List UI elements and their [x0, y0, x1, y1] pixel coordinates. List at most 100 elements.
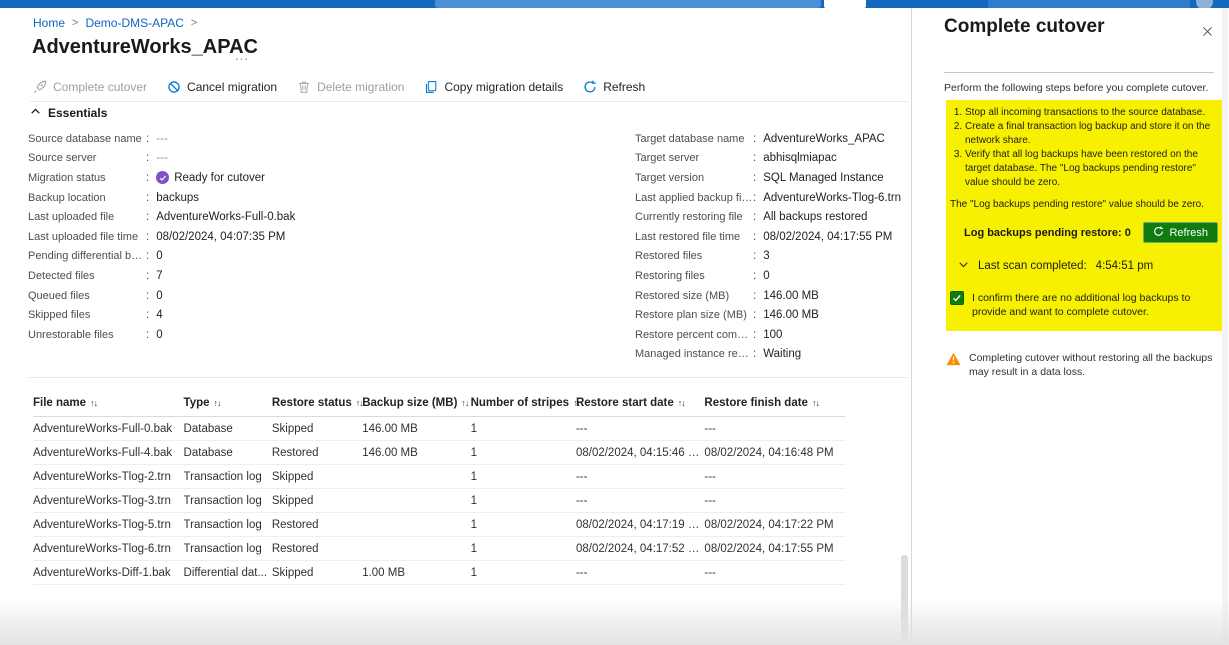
table-cell: --- [576, 417, 704, 441]
column-header-backup-size-mb-[interactable]: Backup size (MB) ↑↓ [362, 390, 470, 417]
essentials-row: Restored size (MB):146.00 MB [635, 286, 910, 306]
essentials-row: Source server:--- [28, 149, 368, 169]
table-row[interactable]: AdventureWorks-Full-0.bakDatabaseSkipped… [33, 417, 845, 441]
table-row[interactable]: AdventureWorks-Diff-1.bakDifferential da… [33, 561, 845, 585]
table-cell: AdventureWorks-Full-4.bak [33, 441, 184, 465]
essentials-value-text: 0 [156, 329, 162, 341]
table-cell: 1 [471, 537, 576, 561]
cutover-step: Create a final transaction log backup an… [965, 120, 1218, 148]
essentials-value: --- [156, 152, 168, 164]
essentials-value-text: 146.00 MB [763, 309, 819, 321]
colon: : [753, 348, 756, 360]
divider [944, 72, 1214, 73]
chevron-down-icon [958, 259, 969, 273]
table-row[interactable]: AdventureWorks-Tlog-5.trnTransaction log… [33, 513, 845, 537]
essentials-label: Target version [635, 172, 753, 184]
last-scan-expander[interactable]: Last scan completed: 4:54:51 pm [958, 259, 1218, 273]
essentials-row: Restored files:3 [635, 247, 910, 267]
essentials-value-text: 0 [156, 250, 162, 262]
essentials-value-text: 08/02/2024, 04:17:55 PM [763, 231, 892, 243]
sort-icon: ↑↓ [812, 398, 819, 408]
complete-cutover-button[interactable]: Complete cutover [33, 80, 147, 94]
refresh-button[interactable]: Refresh [583, 80, 645, 94]
table-row[interactable]: AdventureWorks-Tlog-3.trnTransaction log… [33, 489, 845, 513]
panel-intro-text: Perform the following steps before you c… [944, 82, 1208, 94]
panel-scrollbar[interactable] [1222, 8, 1228, 645]
topbar-button[interactable] [824, 0, 866, 8]
column-header-type[interactable]: Type↑↓ [184, 390, 272, 417]
essentials-label: Migration status [28, 172, 146, 184]
table-cell: 08/02/2024, 04:16:48 PM [704, 441, 845, 465]
essentials-right-column: Target database name:AdventureWorks_APAC… [635, 129, 910, 364]
confirm-checkbox-label: I confirm there are no additional log ba… [972, 291, 1218, 319]
table-cell: Database [184, 417, 272, 441]
table-cell: AdventureWorks-Diff-1.bak [33, 561, 184, 585]
breadcrumb-service-link[interactable]: Demo-DMS-APAC [85, 16, 183, 30]
column-header-restore-status[interactable]: Restore status↑↓ [272, 390, 362, 417]
table-cell: --- [576, 561, 704, 585]
essentials-value: --- [156, 133, 168, 145]
colon: : [146, 231, 149, 243]
cancel-icon [167, 80, 181, 94]
cutover-steps-list: Stop all incoming transactions to the so… [950, 106, 1218, 190]
colon: : [146, 133, 149, 145]
sort-icon: ↑↓ [461, 398, 468, 408]
sort-icon: ↑↓ [90, 398, 97, 408]
breadcrumb-separator: > [72, 17, 78, 29]
table-row[interactable]: AdventureWorks-Tlog-2.trnTransaction log… [33, 465, 845, 489]
column-header-label: Type [184, 397, 210, 409]
panel-refresh-button[interactable]: Refresh [1143, 222, 1218, 243]
table-cell [362, 537, 470, 561]
breadcrumb-home-link[interactable]: Home [33, 16, 65, 30]
colon: : [753, 270, 756, 282]
table-cell: 08/02/2024, 04:17:55 PM [704, 537, 845, 561]
table-cell: Restored [272, 441, 362, 465]
copy-icon [424, 80, 438, 94]
table-row[interactable]: AdventureWorks-Full-4.bakDatabaseRestore… [33, 441, 845, 465]
breadcrumb-separator: > [191, 17, 197, 29]
main-scrollbar[interactable] [901, 555, 908, 645]
column-header-number-of-stripes[interactable]: Number of stripes↑↓ [471, 390, 576, 417]
delete-migration-button[interactable]: Delete migration [297, 80, 404, 94]
essentials-value: 146.00 MB [763, 290, 819, 302]
cancel-migration-button[interactable]: Cancel migration [167, 80, 277, 94]
close-icon[interactable] [1198, 22, 1216, 40]
confirm-checkbox[interactable] [950, 291, 964, 305]
essentials-value: SQL Managed Instance [763, 172, 883, 184]
table-cell: Differential dat... [184, 561, 272, 585]
essentials-label: Target server [635, 152, 753, 164]
essentials-left-column: Source database name:---Source server:--… [28, 129, 368, 345]
table-cell: 1 [471, 441, 576, 465]
table-cell: 1 [471, 561, 576, 585]
essentials-value-text: All backups restored [763, 211, 867, 223]
essentials-toggle[interactable]: Essentials [30, 106, 107, 120]
column-header-restore-start-date[interactable]: Restore start date↑↓ [576, 390, 704, 417]
table-cell: Restored [272, 537, 362, 561]
essentials-value-text: 146.00 MB [763, 290, 819, 302]
column-header-restore-finish-date[interactable]: Restore finish date↑↓ [704, 390, 845, 417]
essentials-label: Essentials [48, 106, 107, 120]
column-header-label: Backup size (MB) [362, 397, 457, 409]
essentials-value: 146.00 MB [763, 309, 819, 321]
table-cell: Restored [272, 513, 362, 537]
table-cell [362, 465, 470, 489]
table-row[interactable]: AdventureWorks-Tlog-6.trnTransaction log… [33, 537, 845, 561]
essentials-row: Currently restoring file:All backups res… [635, 207, 910, 227]
more-options-button[interactable]: ... [235, 48, 249, 63]
column-header-label: Number of stripes [471, 397, 569, 409]
column-header-file-name[interactable]: File name↑↓ [33, 390, 184, 417]
table-cell: --- [704, 561, 845, 585]
essentials-value: 3 [763, 250, 769, 262]
global-search-input[interactable] [435, 0, 821, 8]
cutover-step: Verify that all log backups have been re… [965, 148, 1218, 190]
essentials-label: Source database name [28, 133, 146, 145]
essentials-row: Queued files:0 [28, 286, 368, 306]
essentials-value: 08/02/2024, 04:07:35 PM [156, 231, 285, 243]
table-cell: 146.00 MB [362, 417, 470, 441]
essentials-row: Restoring files:0 [635, 266, 910, 286]
table-cell: Skipped [272, 561, 362, 585]
command-label: Refresh [603, 80, 645, 94]
copy-migration-details-button[interactable]: Copy migration details [424, 80, 563, 94]
ready-for-cutover-icon [156, 171, 169, 184]
essentials-row: Restore percent completed:100 [635, 325, 910, 345]
